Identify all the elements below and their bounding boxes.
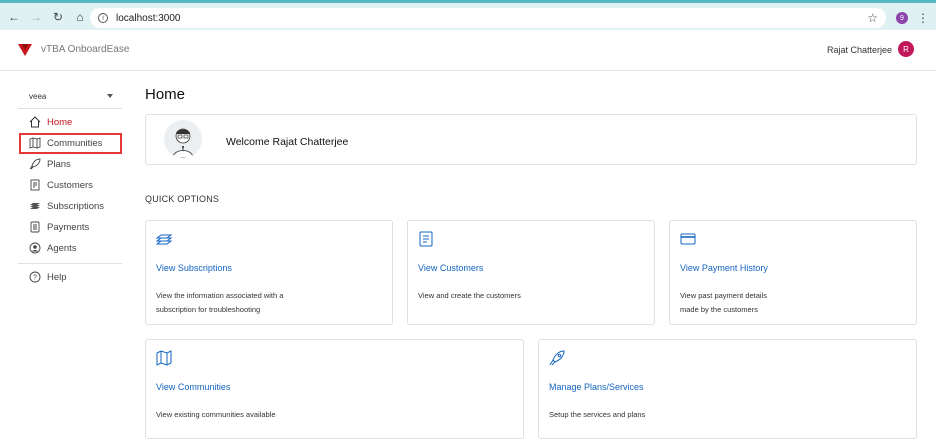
sidebar-item-label: Help [47, 271, 67, 283]
sidebar-item-label: Payments [47, 221, 90, 233]
card-description: View and create the customers [418, 289, 598, 303]
page-title: Home [145, 86, 186, 103]
svg-text:?: ? [33, 275, 37, 282]
user-illustration-avatar [164, 120, 202, 158]
sidebar-item-label: Customers [47, 179, 93, 191]
url-text: localhost:3000 [116, 12, 181, 24]
home-icon [29, 116, 41, 128]
card-description-line: subscription for troubleshooting [156, 305, 261, 314]
home-browser-icon[interactable]: ⌂ [72, 9, 88, 25]
user-name[interactable]: Rajat Chatterjee [827, 45, 892, 55]
welcome-message: Welcome Rajat Chatterjee [226, 136, 349, 148]
quick-options-heading: QUICK OPTIONS [145, 194, 220, 204]
forward-icon[interactable]: → [28, 9, 44, 25]
user-avatar[interactable]: R [898, 41, 914, 57]
browser-toolbar: ← → ↻ ⌂ i localhost:3000 ☆ 9 ⋮ [0, 0, 936, 30]
card-description-line: View the information associated with a [156, 291, 284, 300]
stack-icon [29, 200, 41, 212]
stack-icon [156, 234, 172, 245]
browser-profile-icon[interactable]: 9 [896, 12, 908, 24]
card-title[interactable]: Manage Plans/Services [549, 382, 644, 392]
customers-icon [29, 179, 41, 191]
credit-card-icon [680, 233, 696, 245]
app-name: vTBA OnboardEase [41, 44, 130, 55]
card-view-payment-history[interactable]: View Payment History View past payment d… [669, 220, 917, 325]
site-info-icon[interactable]: i [98, 13, 108, 23]
tenant-value: veea [29, 92, 47, 101]
card-description-line: View and create the customers [418, 291, 521, 300]
card-description-line: made by the customers [680, 305, 758, 314]
card-description-line: View existing communities available [156, 410, 276, 419]
card-title[interactable]: View Payment History [680, 263, 768, 273]
sidebar-item-label: Agents [47, 242, 77, 254]
tenant-select[interactable]: veea [29, 92, 113, 104]
highlight-annotation-box [19, 133, 122, 154]
help-icon: ? [29, 271, 41, 283]
sidebar-item-label: Subscriptions [47, 200, 105, 212]
bookmark-star-icon[interactable]: ☆ [867, 11, 878, 25]
card-title[interactable]: View Customers [418, 263, 483, 273]
card-title[interactable]: View Communities [156, 382, 230, 392]
chevron-down-icon [107, 94, 113, 98]
reload-icon[interactable]: ↻ [50, 9, 66, 25]
document-icon [419, 231, 433, 247]
brand-logo[interactable] [18, 43, 32, 57]
back-icon[interactable]: ← [6, 9, 22, 25]
card-description: View past payment details made by the cu… [680, 289, 860, 317]
sidebar-divider [18, 108, 122, 109]
sidebar-item-customers[interactable]: Customers [29, 177, 93, 193]
welcome-card: Welcome Rajat Chatterjee [145, 114, 917, 165]
sidebar-item-help[interactable]: ? Help [29, 269, 67, 285]
card-title[interactable]: View Subscriptions [156, 263, 232, 273]
sidebar-item-home[interactable]: Home [29, 114, 72, 130]
sidebar-item-label: Plans [47, 158, 71, 170]
card-manage-plans-services[interactable]: Manage Plans/Services Setup the services… [538, 339, 917, 439]
sidebar-item-payments[interactable]: Payments [29, 219, 89, 235]
sidebar-item-subscriptions[interactable]: Subscriptions [29, 198, 104, 214]
sidebar-item-agents[interactable]: Agents [29, 240, 77, 256]
sidebar-item-plans[interactable]: Plans [29, 156, 71, 172]
sidebar-item-label: Home [47, 116, 73, 128]
card-view-communities[interactable]: View Communities View existing communiti… [145, 339, 524, 439]
receipt-icon [29, 221, 41, 233]
rocket-icon [29, 158, 41, 170]
card-description: View existing communities available [156, 408, 336, 422]
card-description: Setup the services and plans [549, 408, 729, 422]
card-description-line: View past payment details [680, 291, 767, 300]
card-description-line: Setup the services and plans [549, 410, 646, 419]
map-icon [156, 350, 172, 366]
card-view-customers[interactable]: View Customers View and create the custo… [407, 220, 655, 325]
agent-icon [29, 242, 41, 254]
sidebar-divider [18, 263, 122, 264]
rocket-icon [549, 350, 565, 366]
card-view-subscriptions[interactable]: View Subscriptions View the information … [145, 220, 393, 325]
address-bar[interactable]: i localhost:3000 ☆ [90, 8, 886, 28]
card-description: View the information associated with a s… [156, 289, 336, 317]
browser-menu-icon[interactable]: ⋮ [917, 11, 929, 25]
app-header: vTBA OnboardEase Rajat Chatterjee R [0, 30, 936, 71]
